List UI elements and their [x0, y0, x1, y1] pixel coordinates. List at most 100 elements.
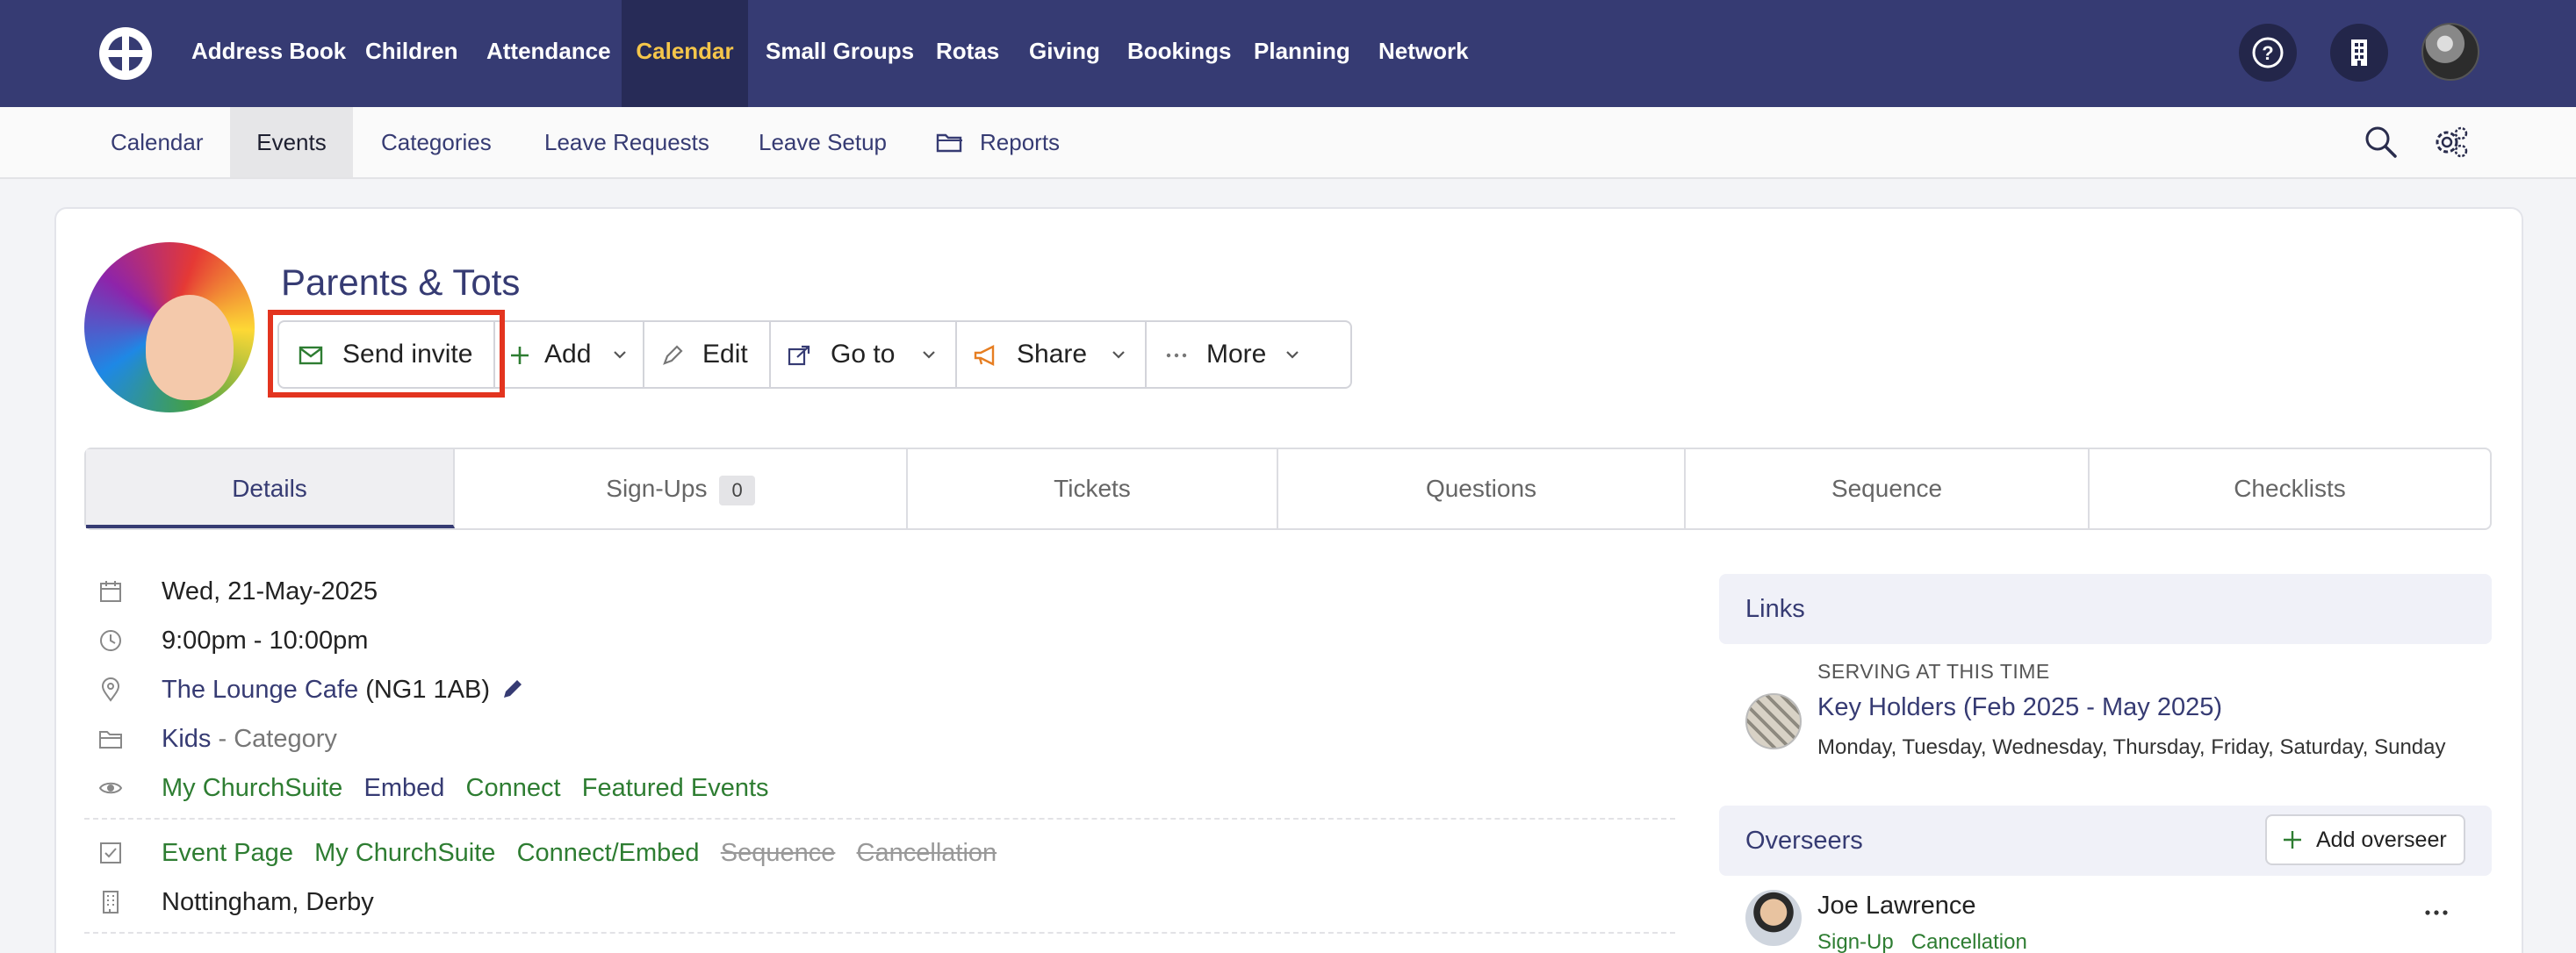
calendar-icon — [100, 581, 121, 602]
add-overseer-label: Add overseer — [2316, 828, 2447, 852]
category-suffix: - Category — [218, 725, 337, 753]
subnav-reports-label: Reports — [980, 129, 1061, 155]
overseer-avatar — [1745, 890, 1802, 946]
search-icon[interactable] — [2362, 123, 2400, 161]
folder-icon — [936, 133, 962, 153]
visibility-embed[interactable]: Embed — [363, 774, 444, 802]
location-postcode: (NG1 1AB) — [365, 676, 491, 704]
add-overseer-button[interactable]: Add overseer — [2265, 814, 2465, 865]
eye-icon — [98, 782, 123, 794]
event-tabs: Details Sign-Ups 0 Tickets Questions Sequ… — [84, 448, 2492, 530]
overseer-tag-cancellation: Cancellation — [1910, 930, 2027, 953]
more-dropdown-button[interactable]: More — [1147, 322, 1350, 387]
feature-connect-embed: Connect/Embed — [516, 839, 700, 867]
overseer-name[interactable]: Joe Lawrence — [1817, 892, 1976, 921]
clock-icon — [100, 630, 121, 651]
external-link-icon — [788, 345, 810, 366]
sub-navigation: Calendar Events Categories Leave Request… — [0, 107, 2576, 179]
plus-icon — [511, 347, 529, 364]
subnav-categories[interactable]: Categories — [355, 107, 518, 177]
tab-tickets[interactable]: Tickets — [908, 449, 1278, 528]
share-label: Share — [1017, 340, 1088, 369]
feature-my-churchsuite: My ChurchSuite — [314, 839, 496, 867]
tab-sign-ups-label: Sign-Ups — [606, 475, 708, 502]
chevron-down-icon — [1286, 351, 1299, 359]
nav-attendance[interactable]: Attendance — [469, 0, 629, 107]
divider — [84, 818, 1675, 820]
visibility-featured-events: Featured Events — [581, 774, 769, 802]
nav-giving[interactable]: Giving — [1011, 0, 1118, 107]
rota-days: Monday, Tuesday, Wednesday, Thursday, Fr… — [1817, 735, 2446, 759]
event-image — [84, 242, 255, 412]
nav-children[interactable]: Children — [348, 0, 475, 107]
nav-calendar[interactable]: Calendar — [622, 0, 748, 107]
share-dropdown-button[interactable]: Share — [957, 322, 1147, 387]
divider — [84, 932, 1675, 934]
rota-link[interactable]: Key Holders (Feb 2025 - May 2025) — [1817, 693, 2222, 722]
add-label: Add — [544, 340, 592, 369]
links-panel-header: Links — [1719, 574, 2492, 644]
subnav-reports[interactable]: Reports — [910, 107, 1086, 177]
event-time: 9:00pm - 10:00pm — [162, 627, 369, 655]
category-link[interactable]: Kids — [162, 725, 211, 753]
nav-planning[interactable]: Planning — [1236, 0, 1368, 107]
location-link[interactable]: The Lounge Cafe — [162, 676, 358, 704]
svg-text:?: ? — [2262, 42, 2273, 64]
help-icon: ? — [2252, 37, 2284, 68]
go-to-label: Go to — [831, 340, 896, 369]
nav-bookings[interactable]: Bookings — [1110, 0, 1248, 107]
tab-checklists[interactable]: Checklists — [2090, 449, 2490, 528]
feature-event-page: Event Page — [162, 839, 293, 867]
nav-rotas[interactable]: Rotas — [918, 0, 1017, 107]
churchsuite-logo[interactable] — [97, 25, 155, 82]
tab-sign-ups[interactable]: Sign-Ups 0 — [455, 449, 908, 528]
event-category: Kids - Category — [162, 714, 337, 763]
edit-button[interactable]: Edit — [644, 322, 771, 387]
user-avatar[interactable] — [2421, 23, 2479, 81]
help-button[interactable]: ? — [2239, 24, 2297, 82]
megaphone-icon — [974, 345, 995, 366]
pencil-icon — [663, 345, 683, 365]
visibility-connect: Connect — [465, 774, 561, 802]
event-date: Wed, 21-May-2025 — [162, 577, 378, 605]
nav-network[interactable]: Network — [1361, 0, 1486, 107]
links-heading: Links — [1745, 595, 1805, 623]
nav-small-groups[interactable]: Small Groups — [748, 0, 932, 107]
event-sites: Nottingham, Derby — [162, 888, 374, 916]
subnav-leave-requests[interactable]: Leave Requests — [518, 107, 736, 177]
plus-icon — [2284, 831, 2301, 849]
tab-questions[interactable]: Questions — [1278, 449, 1686, 528]
chevron-down-icon — [1112, 351, 1125, 359]
building-icon — [2351, 39, 2367, 66]
tab-details[interactable]: Details — [86, 449, 455, 528]
building-icon — [103, 891, 119, 914]
overseer-options-ellipsis-icon[interactable] — [2423, 904, 2450, 921]
chevron-down-icon — [923, 351, 935, 359]
visibility-my-churchsuite: My ChurchSuite — [162, 774, 343, 802]
overseer-tags: Sign-Up Cancellation — [1817, 930, 2027, 953]
more-label: More — [1206, 340, 1267, 369]
send-invite-highlight — [268, 310, 505, 398]
subnav-calendar[interactable]: Calendar — [84, 107, 230, 177]
site-switcher-button[interactable] — [2330, 24, 2388, 82]
serving-caption: SERVING AT THIS TIME — [1817, 660, 2050, 683]
nav-address-book[interactable]: Address Book — [174, 0, 363, 107]
visibility-list: My ChurchSuite Embed Connect Featured Ev… — [162, 763, 769, 813]
add-dropdown-button[interactable]: Add — [495, 322, 644, 387]
feature-cancellation: Cancellation — [856, 839, 997, 867]
checkbox-icon — [100, 842, 121, 863]
sign-ups-count-badge: 0 — [719, 475, 755, 505]
subnav-leave-setup[interactable]: Leave Setup — [732, 107, 913, 177]
map-pin-icon — [101, 677, 120, 702]
settings-gear-icon[interactable] — [2432, 123, 2471, 161]
edit-label: Edit — [702, 340, 748, 369]
tab-sequence[interactable]: Sequence — [1686, 449, 2090, 528]
pencil-edit-icon[interactable] — [500, 677, 525, 701]
feature-sequence: Sequence — [720, 839, 836, 867]
go-to-dropdown-button[interactable]: Go to — [771, 322, 957, 387]
rota-avatar — [1745, 693, 1802, 749]
chevron-down-icon — [614, 351, 626, 359]
subnav-events[interactable]: Events — [230, 107, 353, 177]
event-title: Parents & Tots — [281, 262, 521, 303]
top-navigation: Address Book Children Attendance Calenda… — [0, 0, 2576, 107]
